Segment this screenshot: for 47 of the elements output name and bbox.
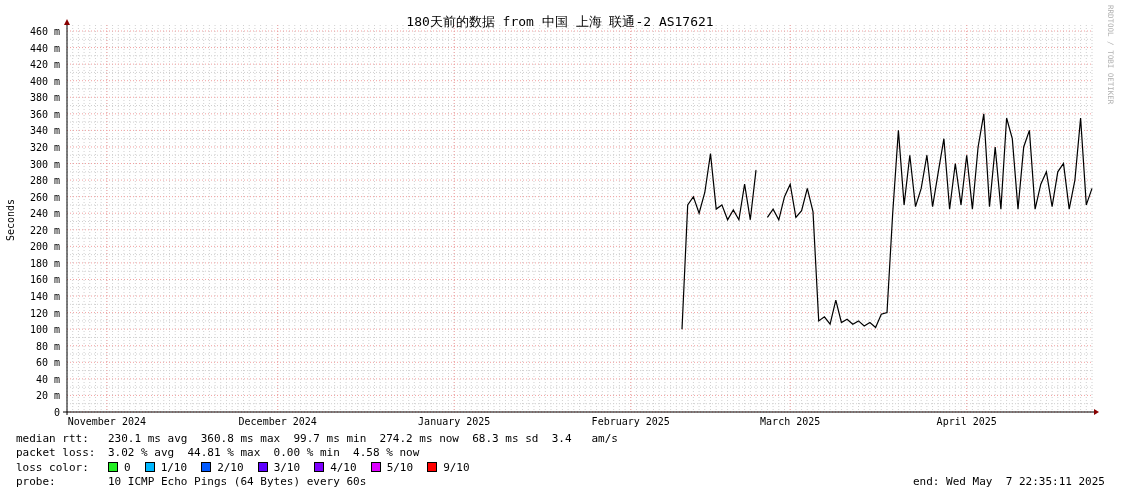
y-tick-label: 180 m bbox=[29, 257, 60, 269]
y-tick-label: 20 m bbox=[35, 390, 60, 402]
loss-color-value: 0 bbox=[124, 460, 131, 474]
probe-label: probe: bbox=[16, 475, 57, 489]
loss-color-value: 4/10 bbox=[330, 460, 357, 474]
y-tick-label: 320 m bbox=[29, 141, 60, 153]
y-tick-label: 240 m bbox=[29, 208, 60, 220]
stat-label: median rtt: bbox=[16, 431, 90, 445]
y-tick-label: 80 m bbox=[35, 340, 60, 352]
y-tick-label: 120 m bbox=[29, 307, 60, 319]
loss-color-value: 9/10 bbox=[443, 460, 470, 474]
y-tick-label: 300 m bbox=[29, 158, 60, 170]
y-tick-label: 220 m bbox=[29, 224, 60, 236]
y-tick-label: 40 m bbox=[35, 373, 60, 385]
x-tick-label: February 2025 bbox=[591, 416, 670, 427]
y-tick-label: 420 m bbox=[29, 59, 60, 71]
y-tick-label: 200 m bbox=[29, 241, 60, 253]
y-tick-label: 100 m bbox=[29, 324, 60, 336]
loss-color-value: 5/10 bbox=[386, 460, 414, 474]
x-tick-label: January 2025 bbox=[418, 416, 491, 427]
y-tick-label: 380 m bbox=[29, 92, 60, 104]
y-tick-label: 280 m bbox=[29, 175, 60, 187]
loss-color-value: 1/10 bbox=[160, 460, 188, 474]
y-tick-label: 260 m bbox=[29, 191, 60, 203]
loss-color-label: loss color: bbox=[16, 460, 90, 474]
stat-values: 230.1 ms avg 360.8 ms max 99.7 ms min 274.2 ms now 68.3 ms sd 3.4 am/s bbox=[108, 431, 618, 445]
y-tick-label: 140 m bbox=[29, 291, 60, 303]
y-tick-label: 360 m bbox=[29, 108, 60, 120]
y-tick-label: 0 bbox=[53, 407, 60, 418]
end-time: end: Wed May 7 22:35:11 2025 bbox=[912, 475, 1105, 489]
y-tick-label: 340 m bbox=[29, 125, 60, 137]
probe-text: 10 ICMP Echo Pings (64 Bytes) every 60s bbox=[108, 475, 367, 489]
x-tick-label: December 2024 bbox=[238, 416, 317, 427]
stat-label: packet loss: bbox=[16, 446, 97, 460]
stat-values: 3.02 % avg 44.81 % max 0.00 % min 4.58 % now bbox=[108, 446, 420, 460]
x-tick-label: March 2025 bbox=[760, 416, 821, 427]
y-axis-label: Seconds bbox=[5, 198, 16, 242]
chart-title: 180天前的数据 from 中国 上海 联通-2 AS17621 bbox=[406, 14, 714, 29]
x-tick-label: April 2025 bbox=[936, 416, 997, 427]
loss-color-value: 3/10 bbox=[273, 460, 301, 474]
y-tick-label: 440 m bbox=[29, 42, 60, 54]
y-tick-label: 460 m bbox=[29, 26, 60, 37]
y-tick-label: 400 m bbox=[29, 75, 60, 87]
y-tick-label: 60 m bbox=[35, 357, 60, 369]
y-tick-label: 160 m bbox=[29, 274, 60, 286]
x-tick-label: November 2024 bbox=[67, 416, 146, 427]
loss-color-value: 2/10 bbox=[217, 460, 244, 474]
